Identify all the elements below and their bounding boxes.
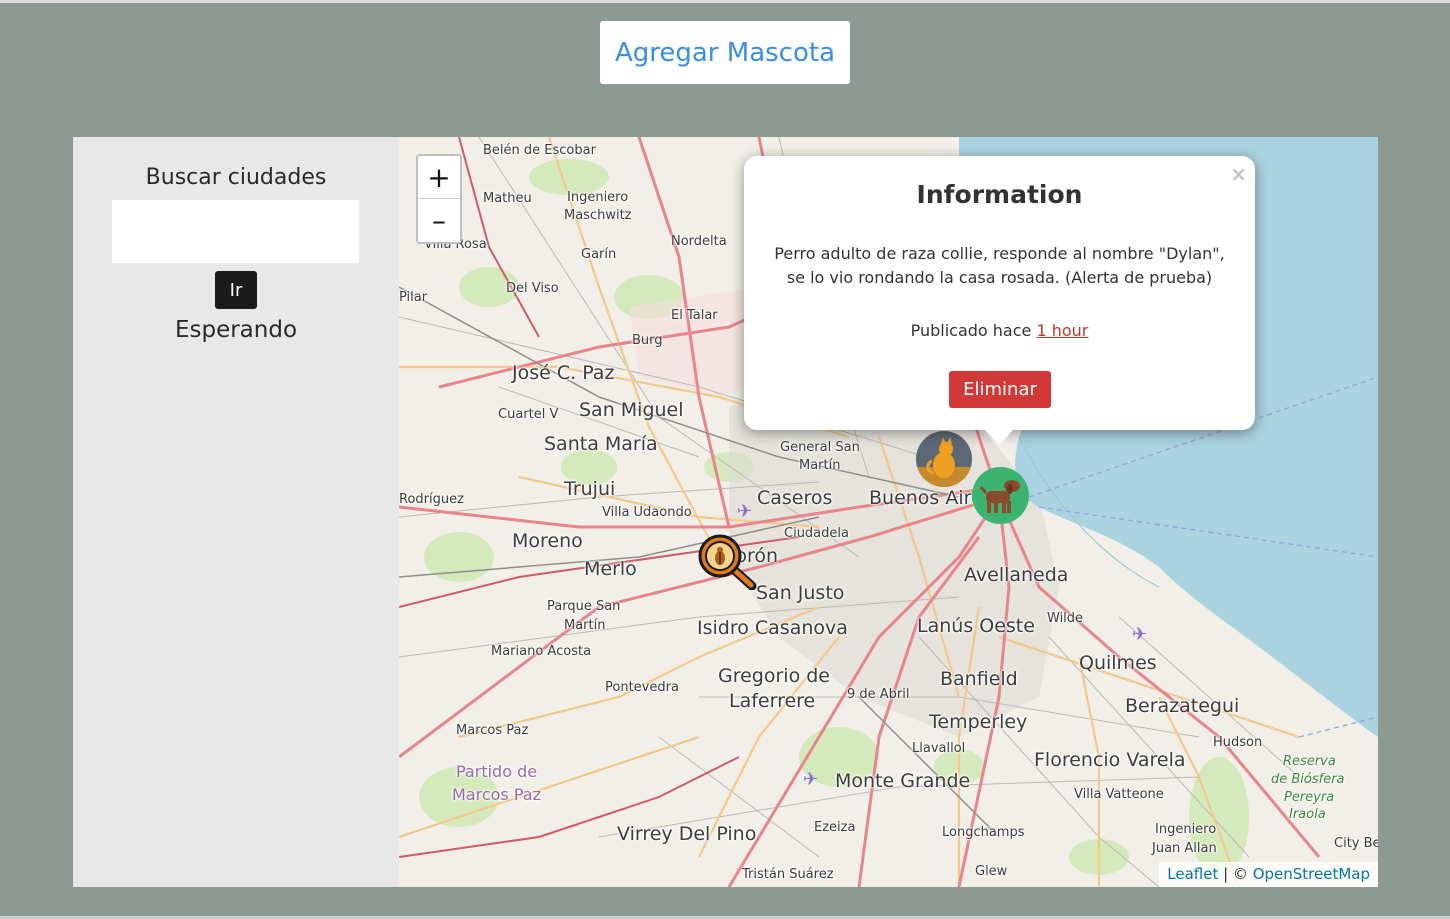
- delete-button[interactable]: Eliminar: [949, 371, 1051, 408]
- place-label: Isidro Casanova: [697, 617, 848, 639]
- place-label: Caseros: [757, 487, 833, 509]
- place-label: Lanús Oeste: [917, 615, 1035, 637]
- place-label: Burg: [632, 333, 663, 348]
- place-label: Pontevedra: [605, 680, 679, 695]
- place-label: Temperley: [929, 711, 1028, 733]
- place-label: Virrey Del Pino: [617, 823, 757, 845]
- place-label: de Biósfera: [1271, 772, 1345, 787]
- svg-text:✈: ✈: [737, 501, 752, 522]
- place-label: General San: [780, 440, 860, 455]
- place-label: Rodríguez: [399, 492, 464, 507]
- place-label: Ingeniero: [567, 190, 629, 205]
- place-label: Reserva: [1283, 754, 1336, 769]
- place-label: Berazategui: [1125, 695, 1240, 717]
- add-pet-button[interactable]: Agregar Mascota: [600, 21, 850, 84]
- map-view[interactable]: ✈ ✈ ✈ Belén de Escobar Matheu Ingeniero …: [399, 137, 1378, 887]
- place-label: Martín: [564, 618, 606, 633]
- popup-tip: [984, 429, 1014, 445]
- place-label: Matheu: [483, 191, 532, 206]
- place-label: Merlo: [584, 558, 637, 580]
- place-label: Quilmes: [1079, 652, 1157, 674]
- place-label: José C. Paz: [512, 362, 615, 384]
- place-label: Ciudadela: [784, 526, 849, 541]
- place-label: Wilde: [1047, 611, 1084, 626]
- place-label: Pereyra: [1284, 790, 1335, 805]
- place-label: Villa Vatteone: [1074, 787, 1164, 802]
- main-panel: Buscar ciudades Ir Esperando ✈ ✈ ✈ Belén…: [73, 137, 1378, 887]
- place-label: Monte Grande: [835, 770, 971, 792]
- place-label: Villa Udaondo: [602, 505, 692, 520]
- search-status: Esperando: [174, 317, 298, 343]
- svg-text:✈: ✈: [1132, 624, 1147, 645]
- search-bug-marker-icon[interactable]: [696, 532, 758, 591]
- info-popup: × Information Perro adulto de raza colli…: [744, 156, 1255, 445]
- zoom-out-button[interactable]: –: [418, 199, 460, 242]
- place-label: Cuartel V: [498, 407, 559, 422]
- place-label: Iraola: [1289, 807, 1326, 822]
- posted-prefix: Publicado hace: [910, 321, 1032, 340]
- popup-posted: Publicado hace 1 hour: [744, 321, 1255, 340]
- place-label: San Miguel: [579, 399, 684, 421]
- place-label: Parque San: [547, 599, 621, 614]
- place-label: Tristán Suárez: [742, 867, 834, 882]
- place-label: Marcos Paz: [452, 785, 541, 804]
- place-label: Ezeiza: [814, 820, 856, 835]
- place-label: Marcos Paz: [456, 723, 529, 738]
- place-label: Gregorio de: [718, 665, 830, 687]
- leaflet-link[interactable]: Leaflet: [1167, 865, 1218, 883]
- top-border: [0, 0, 1450, 3]
- place-label: Del Viso: [506, 281, 559, 296]
- map-attribution: Leaflet | © OpenStreetMap: [1159, 862, 1378, 887]
- city-search-sidebar: Buscar ciudades Ir Esperando: [73, 137, 399, 887]
- place-label: Maschwitz: [564, 208, 632, 223]
- place-label: Nordelta: [671, 234, 727, 249]
- search-title: Buscar ciudades: [145, 165, 327, 190]
- place-label: Martín: [799, 458, 841, 473]
- city-search-input[interactable]: [112, 200, 359, 263]
- place-label: Florencio Varela: [1034, 749, 1186, 771]
- place-label: Belén de Escobar: [483, 143, 596, 158]
- place-label: Juan Allan: [1152, 841, 1217, 856]
- place-label: Pilar: [399, 290, 428, 305]
- svg-text:✈: ✈: [803, 769, 818, 790]
- posted-time-link[interactable]: 1 hour: [1036, 321, 1088, 340]
- place-label: Hudson: [1213, 735, 1263, 750]
- go-button[interactable]: Ir: [215, 271, 257, 309]
- place-label: Garín: [581, 247, 617, 262]
- cat-marker-icon[interactable]: [916, 431, 972, 487]
- place-label: Santa María: [544, 433, 658, 455]
- place-label: Llavallol: [912, 741, 966, 756]
- place-label: El Talar: [671, 308, 718, 323]
- popup-description: Perro adulto de raza collie, responde al…: [774, 244, 1225, 287]
- place-label: Longchamps: [942, 825, 1025, 840]
- place-label: Mariano Acosta: [491, 644, 592, 659]
- place-label: Ingeniero: [1155, 822, 1217, 837]
- place-label: 9 de Abril: [847, 687, 910, 702]
- place-label: Laferrere: [729, 690, 816, 712]
- place-label: Moreno: [512, 530, 583, 552]
- place-label: San Justo: [756, 582, 845, 604]
- dog-marker-icon[interactable]: [972, 467, 1029, 524]
- place-label: City Be: [1334, 836, 1378, 851]
- place-label: Banfield: [940, 668, 1018, 690]
- place-label: Partido de: [456, 762, 538, 781]
- zoom-in-button[interactable]: +: [418, 156, 460, 199]
- zoom-control: + –: [416, 154, 462, 244]
- osm-link[interactable]: OpenStreetMap: [1253, 865, 1370, 883]
- place-label: Glew: [975, 864, 1008, 879]
- place-label: Trujui: [564, 478, 616, 500]
- attribution-separator: | ©: [1218, 865, 1253, 883]
- popup-title: Information: [916, 180, 1083, 209]
- place-label: Avellaneda: [964, 564, 1069, 586]
